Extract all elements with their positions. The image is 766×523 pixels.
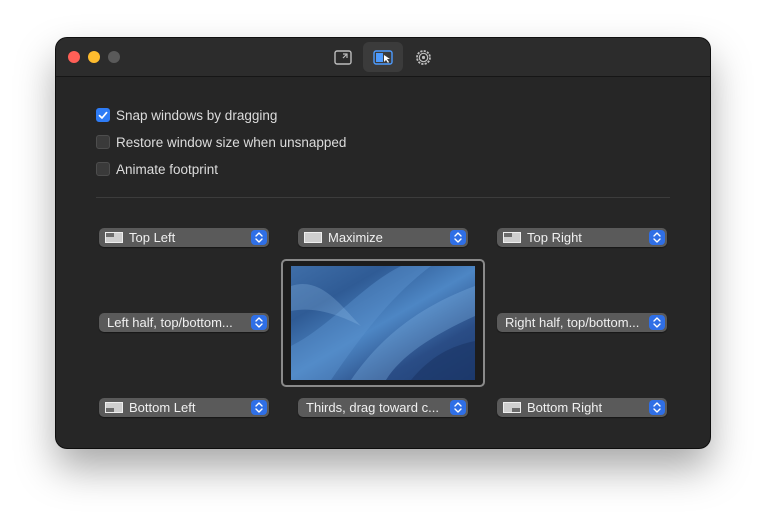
gear-icon xyxy=(415,49,432,66)
screen-preview xyxy=(281,259,485,387)
title-bar xyxy=(56,38,710,77)
animate-footprint-option[interactable]: Animate footprint xyxy=(96,160,218,178)
checkmark-icon xyxy=(98,111,108,119)
snap-windows-option[interactable]: Snap windows by dragging xyxy=(96,106,277,124)
top-right-snap-label: Top Right xyxy=(527,230,582,245)
chevron-up-down-icon xyxy=(450,230,466,245)
bottom-center-snap-popup[interactable]: Thirds, drag toward c... xyxy=(298,398,468,417)
restore-size-option[interactable]: Restore window size when unsnapped xyxy=(96,133,346,151)
snap-windows-label: Snap windows by dragging xyxy=(116,107,278,123)
tab-settings[interactable] xyxy=(403,42,443,72)
top-right-snap-popup[interactable]: Top Right xyxy=(497,228,667,247)
top-right-quadrant-icon xyxy=(503,232,521,243)
preferences-window: Snap windows by dragging Restore window … xyxy=(56,38,710,448)
chevron-up-down-icon xyxy=(251,400,267,415)
bottom-left-snap-label: Bottom Left xyxy=(129,400,196,415)
minimize-window-button[interactable] xyxy=(88,51,100,63)
top-center-snap-popup[interactable]: Maximize xyxy=(298,228,468,247)
middle-right-snap-label: Right half, top/bottom... xyxy=(505,315,640,330)
tab-snap-areas[interactable] xyxy=(363,42,403,72)
restore-size-checkbox[interactable] xyxy=(96,135,110,149)
snap-areas-icon xyxy=(373,49,393,65)
chevron-up-down-icon xyxy=(649,315,665,330)
top-left-snap-popup[interactable]: Top Left xyxy=(99,228,269,247)
middle-left-snap-popup[interactable]: Left half, top/bottom... xyxy=(99,313,269,332)
bottom-left-snap-popup[interactable]: Bottom Left xyxy=(99,398,269,417)
bottom-right-quadrant-icon xyxy=(503,402,521,413)
bottom-right-snap-popup[interactable]: Bottom Right xyxy=(497,398,667,417)
keyboard-shortcuts-icon xyxy=(334,49,352,65)
chevron-up-down-icon xyxy=(649,400,665,415)
chevron-up-down-icon xyxy=(450,400,466,415)
snap-windows-checkbox[interactable] xyxy=(96,108,110,122)
middle-right-snap-popup[interactable]: Right half, top/bottom... xyxy=(497,313,667,332)
restore-size-label: Restore window size when unsnapped xyxy=(116,134,347,150)
tab-keyboard-shortcuts[interactable] xyxy=(323,42,363,72)
section-divider xyxy=(96,197,670,198)
close-window-button[interactable] xyxy=(68,51,80,63)
top-left-snap-label: Top Left xyxy=(129,230,176,245)
maximize-icon xyxy=(304,232,322,243)
bottom-left-quadrant-icon xyxy=(105,402,123,413)
chevron-up-down-icon xyxy=(251,230,267,245)
animate-footprint-checkbox[interactable] xyxy=(96,162,110,176)
chevron-up-down-icon xyxy=(649,230,665,245)
top-left-quadrant-icon xyxy=(105,232,123,243)
bottom-center-snap-label: Thirds, drag toward c... xyxy=(306,400,439,415)
middle-left-snap-label: Left half, top/bottom... xyxy=(107,315,233,330)
top-center-snap-label: Maximize xyxy=(328,230,383,245)
zoom-window-button[interactable] xyxy=(108,51,120,63)
chevron-up-down-icon xyxy=(251,315,267,330)
desktop-wallpaper-image xyxy=(291,266,475,380)
bottom-right-snap-label: Bottom Right xyxy=(527,400,603,415)
animate-footprint-label: Animate footprint xyxy=(116,161,219,177)
